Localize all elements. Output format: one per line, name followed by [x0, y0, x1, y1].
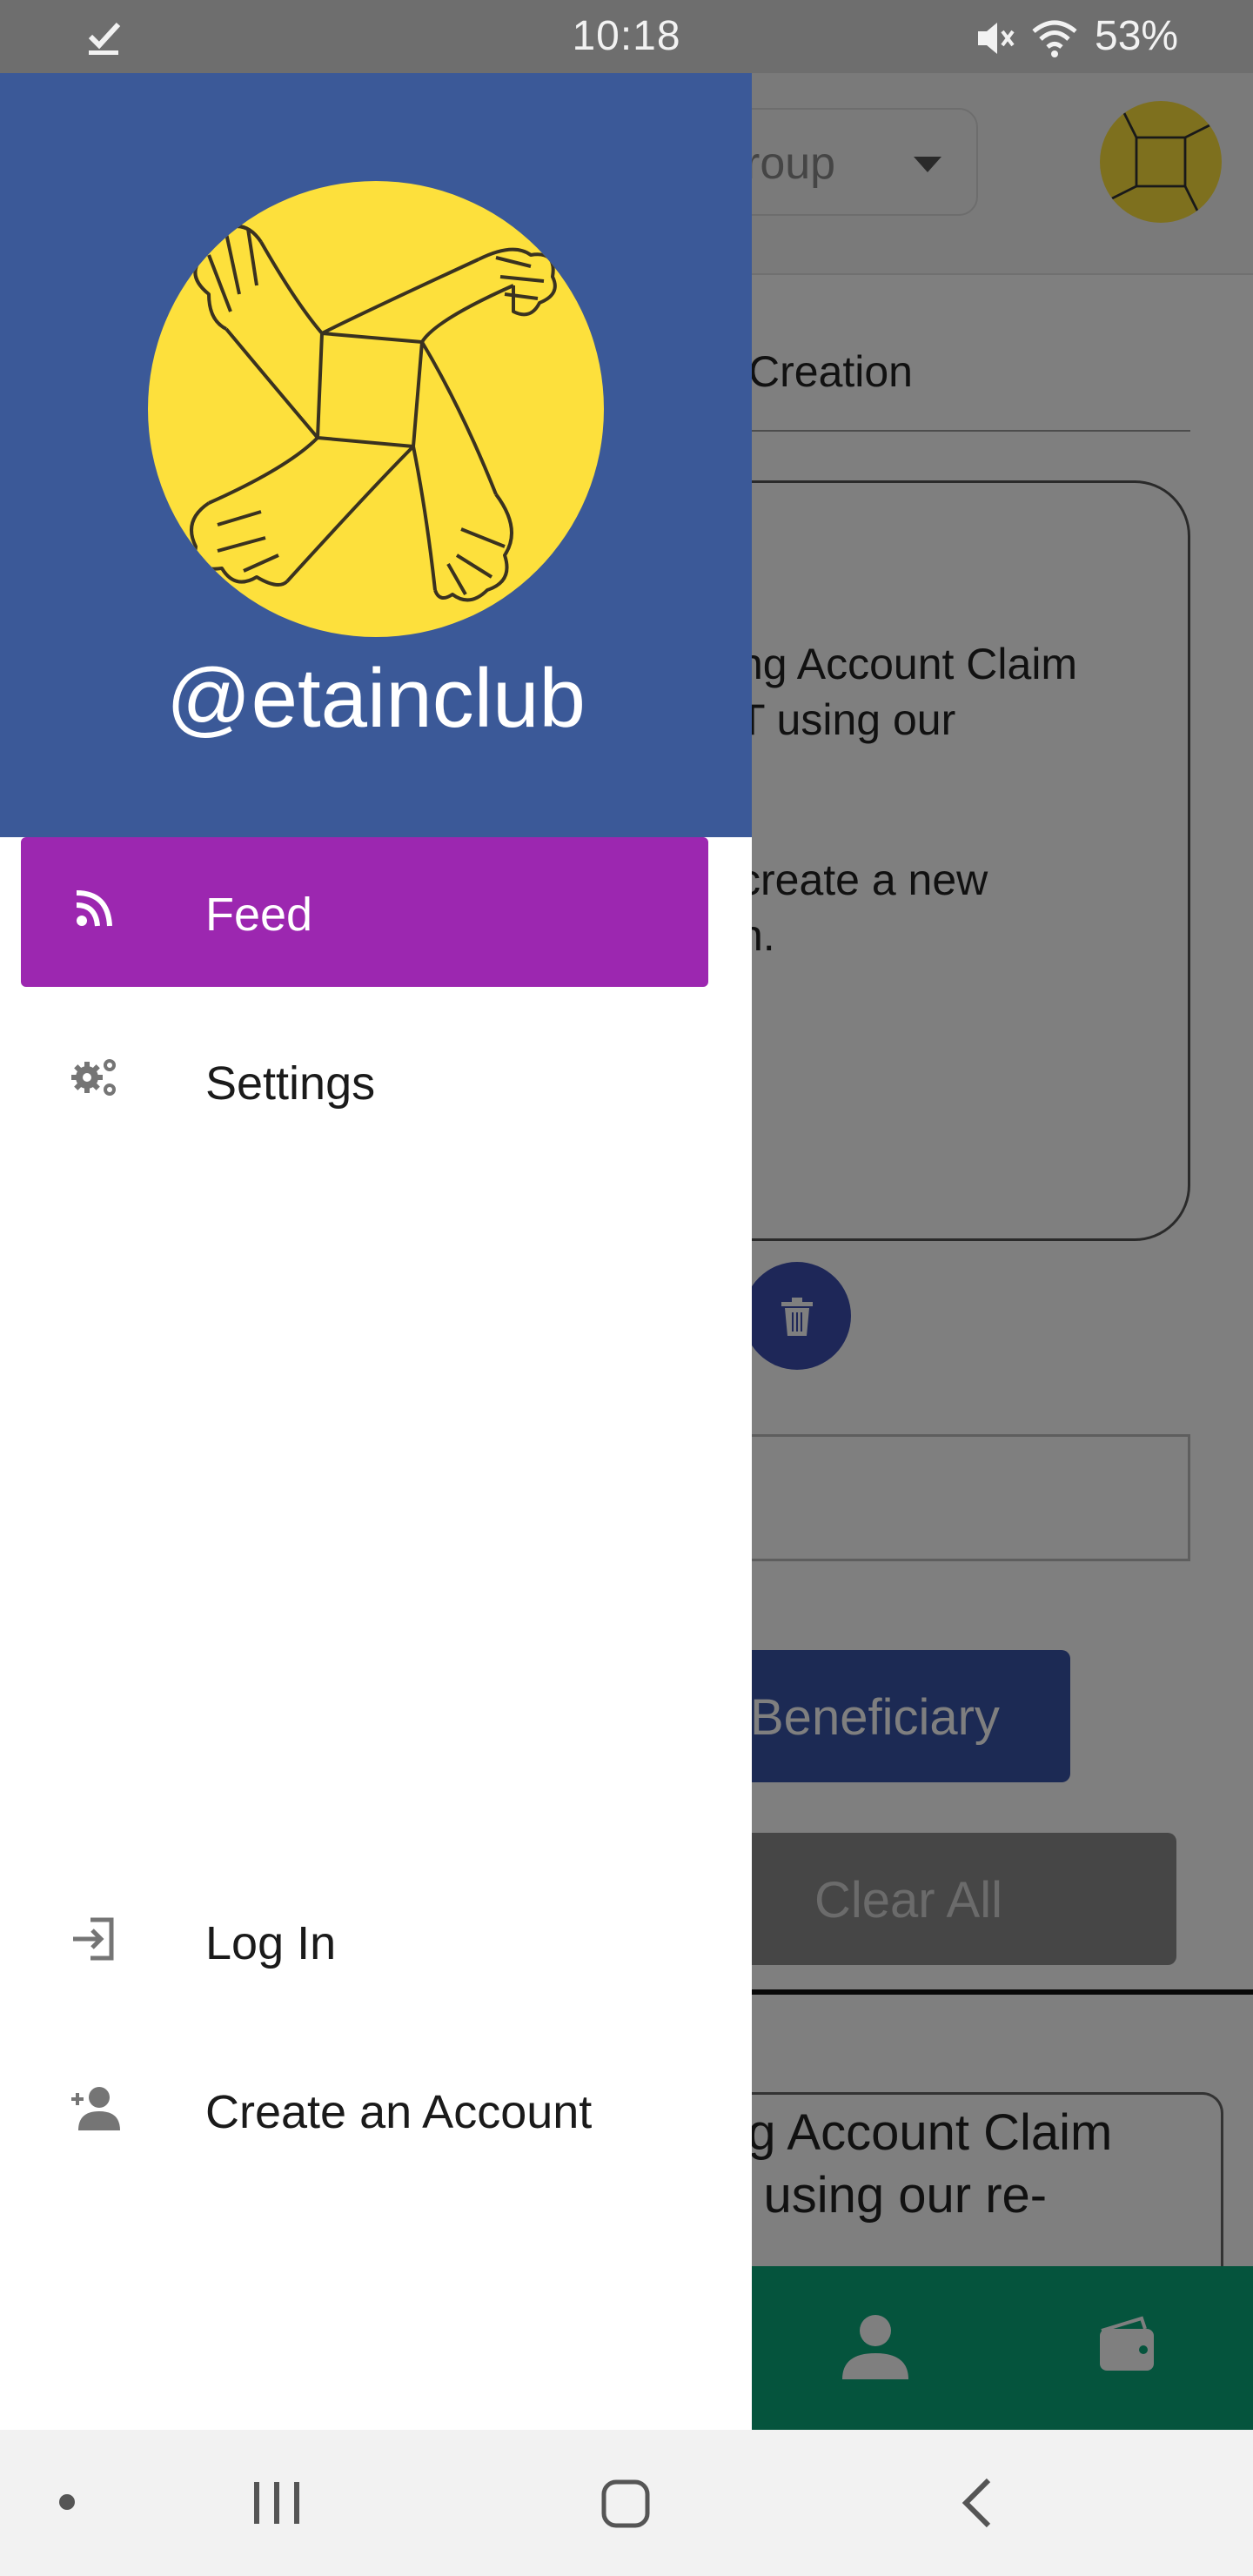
system-nav-bar: [0, 2430, 1253, 2576]
status-bar: 10:18 53%: [0, 0, 1253, 73]
battery-level: 53%: [1095, 13, 1179, 59]
sidebar-item-login[interactable]: Log In: [21, 1866, 708, 2016]
nav-dot-icon: [59, 2494, 75, 2510]
back-icon[interactable]: [955, 2475, 997, 2531]
home-icon[interactable]: [600, 2479, 651, 2529]
club-logo: [148, 181, 604, 637]
sidebar-item-label: Log In: [205, 1917, 337, 1969]
add-user-icon: [71, 2087, 120, 2130]
sidebar-item-label: Settings: [205, 1057, 376, 1110]
sidebar-item-feed[interactable]: Feed: [21, 837, 708, 987]
mute-icon: [978, 23, 1015, 54]
recents-icon[interactable]: [249, 2479, 305, 2527]
drawer-username: @etainclub: [166, 652, 586, 745]
sidebar-item-label: Feed: [205, 889, 313, 941]
hands-logo-icon: [190, 225, 557, 602]
sidebar-item-settings[interactable]: Settings: [21, 1006, 708, 1156]
sidebar-item-create-account[interactable]: Create an Account: [21, 2035, 708, 2184]
rss-icon: [76, 890, 112, 927]
navigation-drawer: @etainclub Feed Settings Log In Create a…: [0, 73, 752, 2430]
gears-icon: [71, 1059, 116, 1096]
login-icon: [73, 1917, 114, 1961]
sidebar-item-label: Create an Account: [205, 2086, 593, 2138]
drawer-header: @etainclub: [0, 73, 752, 837]
wifi-icon: [1032, 20, 1077, 57]
